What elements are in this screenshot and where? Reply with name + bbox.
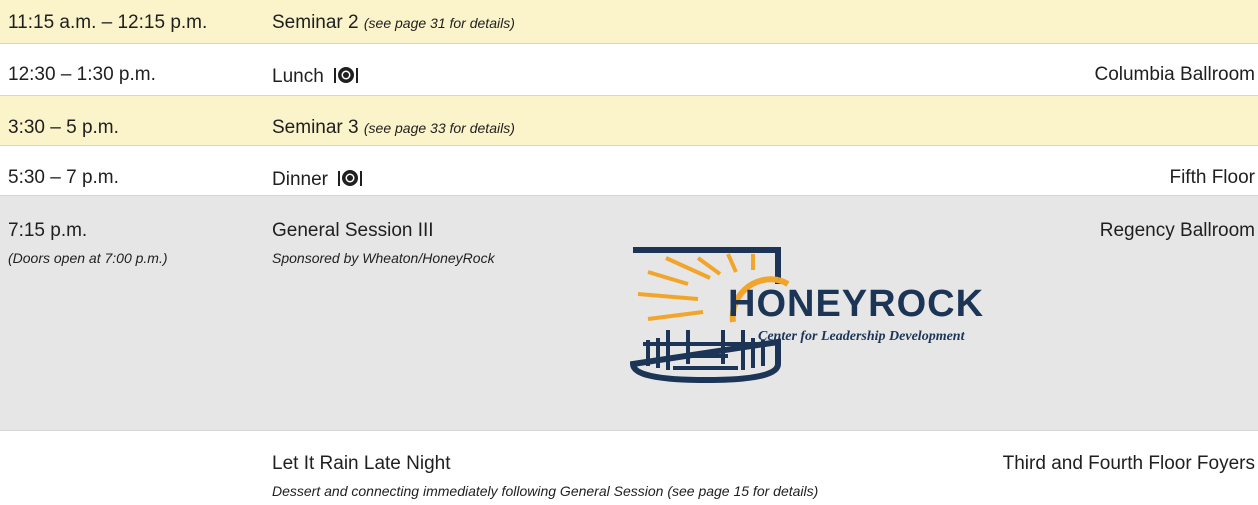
row-title-text: Lunch <box>272 66 324 87</box>
row-title-text: Seminar 2 <box>272 12 359 33</box>
schedule-row-dinner: 5:30 – 7 p.m. Dinner Fifth Floor <box>0 146 1258 196</box>
row-location: Third and Fourth Floor Foyers <box>1002 453 1255 474</box>
row-title: Let It Rain Late Night <box>272 453 451 474</box>
row-location: Fifth Floor <box>1169 167 1255 188</box>
row-title-note: (see page 33 for details) <box>363 120 515 136</box>
row-description: Dessert and connecting immediately follo… <box>272 483 819 499</box>
row-title: Seminar 3 (see page 33 for details) <box>272 118 515 138</box>
row-location: Regency Ballroom <box>1099 220 1255 241</box>
schedule-row-late-night: Let It Rain Late Night Dessert and conne… <box>0 431 1258 505</box>
row-location: Columbia Ballroom <box>1094 64 1255 85</box>
schedule-row-seminar-2: 11:15 a.m. – 12:15 p.m. Seminar 2 (see p… <box>0 0 1258 44</box>
logo-tagline: Center for Leadership Development <box>758 329 966 344</box>
row-title-note: (see page 31 for details) <box>363 15 515 31</box>
row-title-text: Dinner <box>272 169 328 190</box>
row-title: General Session III <box>272 220 434 241</box>
row-time: 12:30 – 1:30 p.m. <box>8 64 156 85</box>
schedule-table: 11:15 a.m. – 12:15 p.m. Seminar 2 (see p… <box>0 0 1258 505</box>
logo-wordmark: HONEYROCK <box>728 283 984 325</box>
honeyrock-logo-mark: HONEYROCK Center for Leadership Developm… <box>629 247 984 384</box>
row-time-note: (Doors open at 7:00 p.m.) <box>8 250 168 266</box>
honeyrock-logo: HONEYROCK Center for Leadership Developm… <box>628 244 1028 389</box>
meal-icon <box>338 170 363 186</box>
row-time: 3:30 – 5 p.m. <box>8 117 119 138</box>
meal-icon <box>334 67 359 83</box>
row-title: Lunch <box>272 65 359 86</box>
row-time: 11:15 a.m. – 12:15 p.m. <box>8 12 208 33</box>
row-sponsor: Sponsored by Wheaton/HoneyRock <box>272 250 495 266</box>
row-title: Seminar 2 (see page 31 for details) <box>272 13 515 33</box>
row-time: 5:30 – 7 p.m. <box>8 167 119 188</box>
schedule-row-seminar-3: 3:30 – 5 p.m. Seminar 3 (see page 33 for… <box>0 96 1258 146</box>
row-time: 7:15 p.m. <box>8 220 88 241</box>
row-title: Dinner <box>272 168 363 189</box>
schedule-row-lunch: 12:30 – 1:30 p.m. Lunch Columbia Ballroo… <box>0 44 1258 96</box>
row-title-text: Seminar 3 <box>272 117 359 138</box>
